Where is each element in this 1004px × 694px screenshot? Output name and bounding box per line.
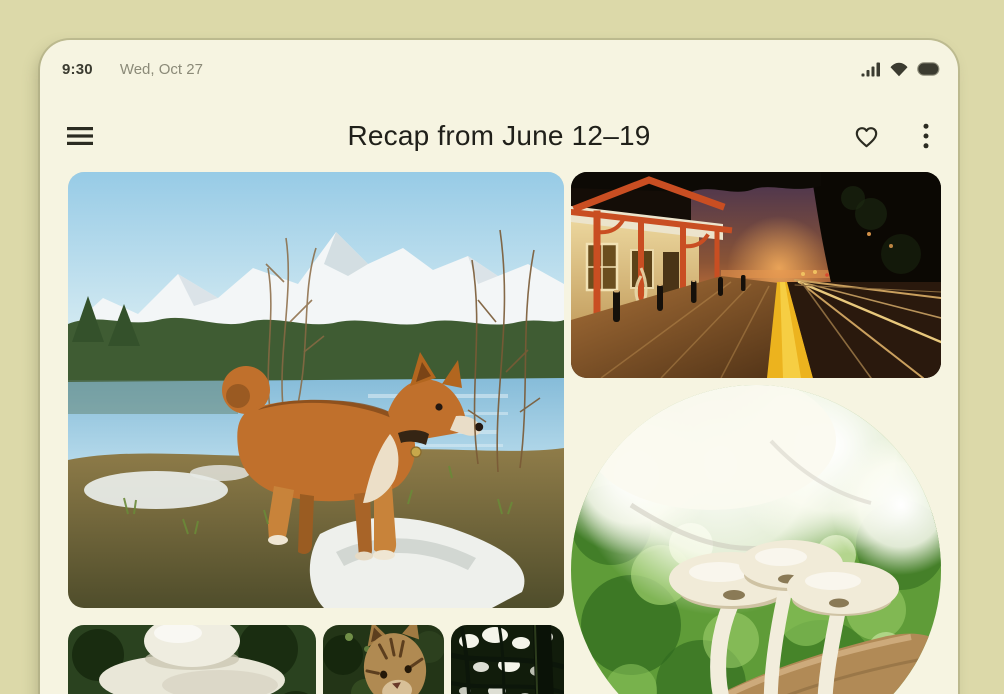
status-bar: 9:30 Wed, Oct 27 [62, 56, 941, 82]
cellular-signal-icon [861, 62, 880, 77]
photo-mushrooms[interactable] [571, 385, 941, 694]
photo-dog-lake[interactable] [68, 172, 564, 608]
hamburger-menu-button[interactable] [60, 116, 100, 156]
train-station-photo-art [571, 172, 941, 378]
hamburger-menu-icon [67, 127, 93, 145]
beekeeper-photo-art [68, 625, 316, 694]
photo-forest[interactable] [451, 625, 564, 694]
favorite-button[interactable] [846, 116, 886, 156]
mushrooms-photo-art [571, 385, 941, 694]
battery-icon [917, 62, 940, 76]
photo-beekeeper[interactable] [68, 625, 316, 694]
page-title: Recap from June 12–19 [347, 120, 651, 151]
forest-photo-art [451, 625, 564, 694]
photo-cat-flower[interactable] [323, 625, 444, 694]
photo-train-station[interactable] [571, 172, 941, 378]
tablet-mockup: 9:30 Wed, Oct 27 Recap from June 12–19 [0, 0, 1004, 694]
device-screen: 9:30 Wed, Oct 27 Recap from June 12–19 [40, 40, 958, 694]
heart-outline-icon [855, 126, 877, 147]
app-bar: Recap from June 12–19 [40, 110, 958, 162]
status-date: Wed, Oct 27 [119, 60, 203, 78]
kebab-menu-icon [923, 123, 929, 149]
status-time: 9:30 [62, 60, 93, 78]
cat-flower-photo-art [323, 625, 444, 694]
wifi-icon [890, 62, 908, 76]
status-icons [861, 61, 941, 77]
dog-lake-photo-art [68, 172, 564, 608]
more-options-button[interactable] [906, 116, 946, 156]
